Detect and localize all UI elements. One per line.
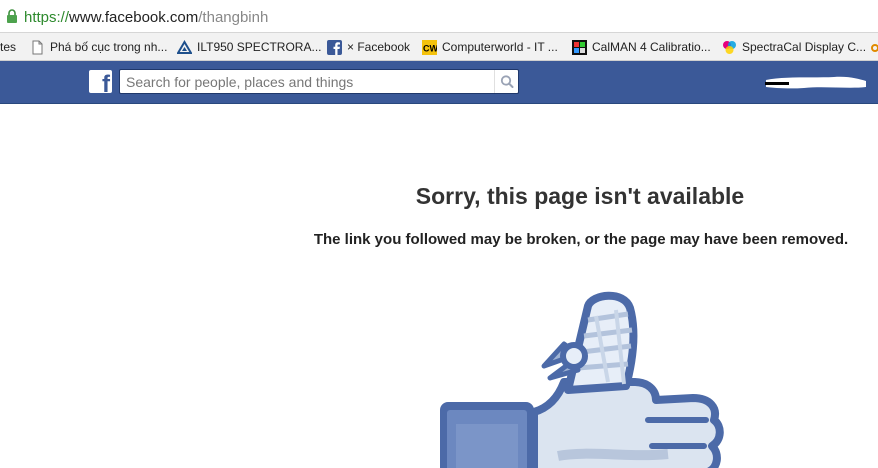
address-bar[interactable]: https://www.facebook.com/thangbinh xyxy=(0,0,878,33)
bookmark-calman[interactable]: CalMAN 4 Calibratio... xyxy=(572,38,711,56)
url-text[interactable]: https://www.facebook.com/thangbinh xyxy=(24,9,268,27)
facebook-logo[interactable]: f xyxy=(89,70,112,93)
bookmark-label: tes xyxy=(0,40,17,54)
bookmark-computerworld[interactable]: CW Computerworld - IT ... xyxy=(422,38,558,56)
bookmark-label: Phá bố cục trong nh... xyxy=(50,40,168,54)
search-button[interactable] xyxy=(494,70,518,93)
bookmark-tes[interactable]: tes xyxy=(0,38,16,56)
calman-icon xyxy=(572,39,587,55)
page-icon xyxy=(32,40,43,54)
overflow-icon[interactable] xyxy=(871,44,878,52)
spectracal-icon xyxy=(723,40,736,54)
search-input[interactable] xyxy=(120,70,490,93)
triangle-icon xyxy=(177,39,192,54)
bookmark-ilt950[interactable]: ILT950 SPECTRORA... xyxy=(177,38,321,56)
url-host: www.facebook.com xyxy=(69,9,199,26)
search-icon xyxy=(500,75,514,88)
lock-icon xyxy=(7,9,17,23)
bookmark-label: ILT950 SPECTRORA... xyxy=(197,40,322,54)
cw-icon: CW xyxy=(422,39,437,55)
broken-thumb-icon xyxy=(440,291,724,468)
bookmark-label: SpectraCal Display C... xyxy=(742,40,867,54)
bookmark-spectracal[interactable]: SpectraCal Display C... xyxy=(722,38,866,56)
bookmarks-bar: tes Phá bố cục trong nh... ILT950 SPECTR… xyxy=(0,33,878,61)
svg-text:CW: CW xyxy=(423,43,437,53)
url-path: /thangbinh xyxy=(198,9,269,26)
bookmark-label: Computerworld - IT ... xyxy=(442,40,558,54)
bookmark-label: × Facebook xyxy=(347,40,411,54)
facebook-header: f xyxy=(0,61,878,104)
facebook-icon xyxy=(327,39,342,55)
bookmark-pha-bo-cuc[interactable]: Phá bố cục trong nh... xyxy=(30,38,167,56)
search-box xyxy=(119,69,519,94)
bookmark-label: CalMAN 4 Calibratio... xyxy=(592,40,711,54)
url-scheme: https:// xyxy=(24,9,70,26)
page-title: Sorry, this page isn't available xyxy=(415,183,745,209)
bookmark-facebook[interactable]: × Facebook xyxy=(327,38,410,56)
profile-name-redacted[interactable] xyxy=(764,71,868,93)
error-message: The link you followed may be broken, or … xyxy=(313,231,849,248)
facebook-logo-letter: f xyxy=(102,71,110,94)
